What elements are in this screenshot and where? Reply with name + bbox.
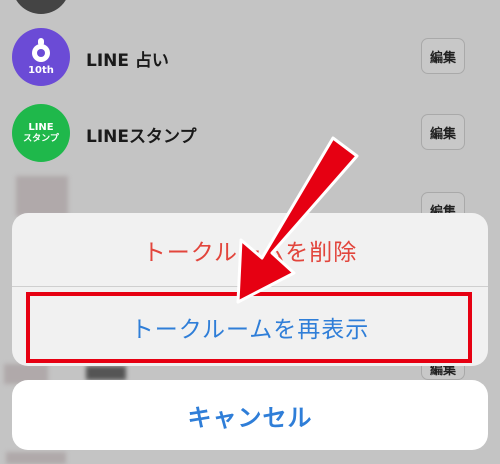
fortune-badge: 10th	[28, 65, 54, 76]
list-item-line-fortune[interactable]: 10th LINE 占い 編集	[0, 22, 500, 92]
list-item-line-stamp[interactable]: LINE スタンプ LINEスタンプ 編集	[0, 100, 500, 170]
blurred-name	[86, 366, 126, 380]
blurred-avatar	[6, 452, 66, 464]
blurred-avatar	[16, 176, 68, 216]
stamp-icon-line1: LINE	[28, 122, 54, 134]
line-fortune-icon: 10th	[12, 28, 70, 86]
partial-avatar	[12, 0, 70, 14]
stamp-icon-line2: スタンプ	[23, 133, 59, 144]
delete-talkroom-button[interactable]: トークルームを削除	[12, 213, 488, 286]
list-item-title: LINE 占い	[86, 51, 169, 71]
cancel-button[interactable]: キャンセル	[12, 380, 488, 450]
fortune-symbol-icon	[32, 38, 50, 62]
edit-button[interactable]: 編集	[421, 114, 465, 150]
edit-button[interactable]: 編集	[421, 38, 465, 74]
list-item-title: LINEスタンプ	[86, 127, 197, 147]
highlight-box-annotation	[26, 292, 472, 363]
line-stamp-icon: LINE スタンプ	[12, 104, 70, 162]
